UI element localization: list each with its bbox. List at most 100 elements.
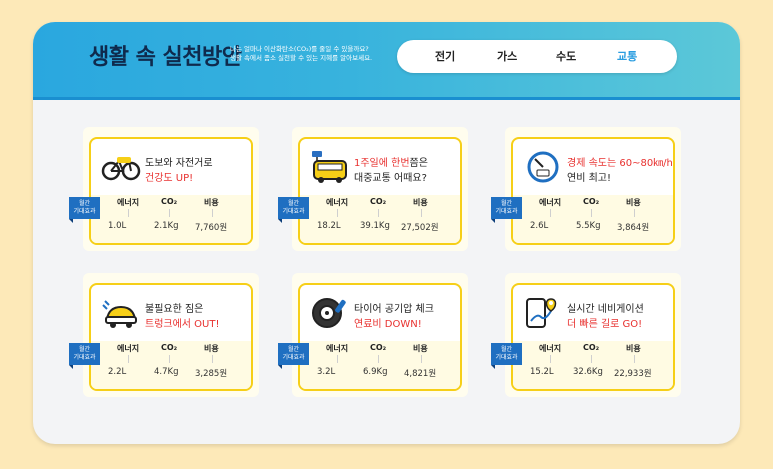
tip-card-trunk[interactable]: 불필요한 짐은 트렁크에서 OUT! 에너지 CO₂ 비용 2.2L 4.7Kg…: [69, 273, 259, 397]
energy-label: 에너지: [326, 198, 349, 207]
sep: [169, 209, 170, 217]
co2-label: CO₂: [583, 343, 600, 352]
sep: [591, 355, 592, 363]
sep: [591, 209, 592, 217]
card-title-line1: 실시간 네비게이션: [567, 304, 644, 315]
energy-value: 15.2L: [530, 367, 554, 377]
co2-label: CO₂: [370, 197, 387, 206]
card-title-line2: 더 빠른 길로 GO!: [567, 319, 643, 330]
energy-value: 1.0L: [108, 221, 127, 231]
tip-card-walking[interactable]: 도보와 자전거로 건강도 UP! 에너지 CO₂ 비용 1.0L 2.1Kg 7…: [69, 127, 259, 251]
card-title-line1: 타이어 공기압 체크: [354, 304, 434, 315]
tab-water[interactable]: 수도: [556, 48, 576, 64]
energy-value: 2.6L: [530, 221, 549, 231]
energy-label: 에너지: [539, 198, 562, 207]
monthly-effect-badge: 월간 기대효과: [491, 343, 522, 369]
tab-gas[interactable]: 가스: [497, 48, 517, 64]
sep: [421, 209, 422, 217]
cost-value: 7,760원: [195, 223, 228, 233]
main-panel: 생활 속 실천방안 나는 얼마나 이산화탄소(CO₂)를 줄일 수 있을까요? …: [33, 22, 740, 444]
monthly-effect-badge: 월간 기대효과: [278, 343, 309, 369]
cost-value: 4,821원: [404, 369, 437, 379]
co2-label: CO₂: [161, 197, 178, 206]
card-frame: 타이어 공기압 체크 연료비 DOWN! 에너지 CO₂ 비용 3.2L 6.9…: [298, 283, 462, 391]
cost-value: 22,933원: [614, 369, 652, 379]
energy-label: 에너지: [326, 344, 349, 353]
tip-card-navigation[interactable]: 실시간 네비게이션 더 빠른 길로 GO! 에너지 CO₂ 비용 15.2L 3…: [491, 273, 681, 397]
co2-value: 5.5Kg: [576, 221, 601, 231]
tip-card-tire[interactable]: 타이어 공기압 체크 연료비 DOWN! 에너지 CO₂ 비용 3.2L 6.9…: [278, 273, 468, 397]
co2-value: 32.6Kg: [573, 367, 603, 377]
sep: [212, 209, 213, 217]
monthly-effect-badge: 월간 기대효과: [278, 197, 309, 223]
monthly-effect-badge: 월간 기대효과: [69, 197, 100, 223]
badge-line1: 월간: [500, 200, 513, 207]
cost-value: 27,502원: [401, 223, 439, 233]
sep: [378, 209, 379, 217]
cost-label: 비용: [626, 198, 641, 207]
energy-label: 에너지: [117, 344, 140, 353]
cost-label: 비용: [204, 344, 219, 353]
tip-card-public-transit[interactable]: 1주일에 한번쯤은 대중교통 어때요? 에너지 CO₂ 비용 18.2L 39.…: [278, 127, 468, 251]
co2-label: CO₂: [583, 197, 600, 206]
co2-label: CO₂: [370, 343, 387, 352]
cost-value: 3,864원: [617, 223, 650, 233]
card-title-line1: 도보와 자전거로: [145, 158, 213, 169]
speedometer-icon: [523, 149, 563, 185]
tire-icon: [310, 295, 350, 331]
card-title-line2: 건강도 UP!: [145, 173, 194, 184]
sep: [550, 355, 551, 363]
sep: [337, 209, 338, 217]
cost-value: 3,285원: [195, 369, 228, 379]
cost-label: 비용: [413, 344, 428, 353]
monthly-effect-badge: 월간 기대효과: [491, 197, 522, 223]
badge-line1: 월간: [500, 346, 513, 353]
card-title-line2: 연료비 DOWN!: [354, 319, 422, 330]
badge-line1: 월간: [78, 346, 91, 353]
badge-line2: 기대효과: [495, 354, 518, 361]
co2-value: 2.1Kg: [154, 221, 179, 231]
badge-line2: 기대효과: [495, 208, 518, 215]
card-title-line2: 트렁크에서 OUT!: [145, 319, 220, 330]
badge-line2: 기대효과: [73, 208, 96, 215]
co2-value: 39.1Kg: [360, 221, 390, 231]
cost-label: 비용: [626, 344, 641, 353]
card-frame: 경제 속도는 60~80㎞/h 연비 최고! 에너지 CO₂ 비용 2.6L 5…: [511, 137, 675, 245]
card-frame: 1주일에 한번쯤은 대중교통 어때요? 에너지 CO₂ 비용 18.2L 39.…: [298, 137, 462, 245]
bus-icon: [310, 149, 350, 185]
card-frame: 도보와 자전거로 건강도 UP! 에너지 CO₂ 비용 1.0L 2.1Kg 7…: [89, 137, 253, 245]
sep: [169, 355, 170, 363]
sep: [337, 355, 338, 363]
category-tabs: 전기 가스 수도 교통: [397, 40, 677, 73]
badge-line1: 월간: [78, 200, 91, 207]
sep: [128, 355, 129, 363]
sep: [421, 355, 422, 363]
bicycle-icon: [101, 149, 141, 185]
car-trunk-icon: [101, 295, 141, 331]
card-title-line2: 연비 최고!: [567, 173, 611, 184]
sep: [378, 355, 379, 363]
energy-value: 3.2L: [317, 367, 336, 377]
card-title-line2: 대중교통 어때요?: [354, 173, 427, 184]
energy-value: 18.2L: [317, 221, 341, 231]
sep: [128, 209, 129, 217]
card-title-line1: 1주일에 한번쯤은: [354, 158, 428, 169]
tab-electricity[interactable]: 전기: [435, 48, 455, 64]
sep: [550, 209, 551, 217]
page-subtitle: 나는 얼마나 이산화탄소(CO₂)를 줄일 수 있을까요? 생활 속에서 좀소 …: [230, 45, 372, 63]
subtitle-line-1: 나는 얼마나 이산화탄소(CO₂)를 줄일 수 있을까요?: [230, 45, 369, 53]
card-title-line1: 불필요한 짐은: [145, 304, 204, 315]
co2-value: 4.7Kg: [154, 367, 179, 377]
header-divider: [33, 97, 740, 100]
sep: [634, 355, 635, 363]
badge-line2: 기대효과: [282, 354, 305, 361]
badge-line1: 월간: [287, 200, 300, 207]
sep: [212, 355, 213, 363]
page-title: 생활 속 실천방안: [89, 45, 242, 70]
tab-transport[interactable]: 교통: [617, 48, 637, 64]
sep: [634, 209, 635, 217]
co2-value: 6.9Kg: [363, 367, 388, 377]
badge-line2: 기대효과: [282, 208, 305, 215]
energy-label: 에너지: [539, 344, 562, 353]
tip-card-eco-speed[interactable]: 경제 속도는 60~80㎞/h 연비 최고! 에너지 CO₂ 비용 2.6L 5…: [491, 127, 681, 251]
